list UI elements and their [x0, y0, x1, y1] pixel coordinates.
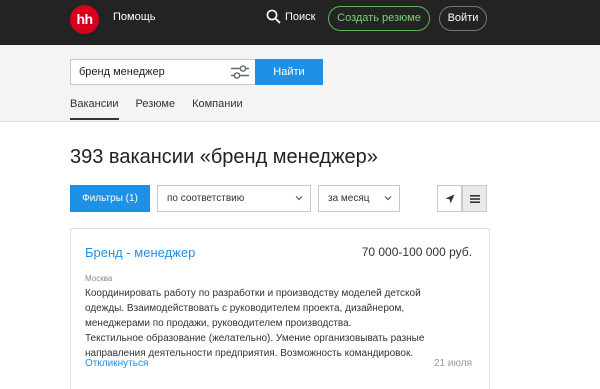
period-select[interactable]: за месяц	[318, 185, 400, 212]
vacancy-description-line: одежды. Взаимодействовать с руководителе…	[85, 303, 405, 314]
search-input[interactable]	[70, 59, 256, 85]
hh-logo[interactable]: hh	[70, 5, 99, 34]
tab-vacancies[interactable]: Вакансии	[70, 98, 119, 120]
vacancy-city: Москва	[85, 274, 113, 283]
respond-link[interactable]: Откликнуться	[85, 358, 148, 369]
location-arrow-icon	[445, 194, 455, 204]
vacancy-description-line: менеджерами по продажи, руководителем пр…	[85, 318, 352, 329]
search-nav-link[interactable]: Поиск	[266, 9, 315, 24]
search-tabs: Вакансии Резюме Компании	[70, 98, 260, 120]
sort-select[interactable]: по соответствию	[157, 185, 311, 212]
list-icon	[470, 195, 480, 203]
vacancy-date: 21 июля	[433, 358, 472, 369]
filters-button[interactable]: Фильтры (1)	[70, 185, 150, 212]
vacancy-card: Бренд - менеджер 70 000-100 000 руб. Мос…	[70, 228, 490, 389]
vacancy-salary: 70 000-100 000 руб.	[361, 245, 472, 259]
tab-companies[interactable]: Компании	[192, 98, 243, 120]
search-nav-label: Поиск	[285, 10, 316, 23]
chevron-down-icon	[295, 196, 303, 201]
tab-resumes[interactable]: Резюме	[136, 98, 176, 120]
top-navigation-bar: hh Помощь Поиск Создать резюме Войти	[0, 0, 600, 45]
period-select-value: за месяц	[328, 193, 370, 204]
vacancy-description-line: Координировать работу по разработки и пр…	[85, 288, 421, 299]
results-heading: 393 вакансии «бренд менеджер»	[70, 146, 378, 168]
results-panel: 393 вакансии «бренд менеджер» Фильтры (1…	[0, 122, 600, 389]
advanced-search-icon[interactable]	[230, 64, 250, 80]
find-button[interactable]: Найти	[255, 59, 323, 85]
list-view-button[interactable]	[462, 185, 487, 212]
login-button[interactable]: Войти	[439, 6, 487, 31]
vacancy-description-line: Текстильное образование (желательно). Ум…	[85, 333, 425, 344]
sort-select-value: по соответствию	[167, 193, 245, 204]
help-link[interactable]: Помощь	[113, 11, 156, 23]
create-resume-button[interactable]: Создать резюме	[328, 6, 430, 31]
map-view-button[interactable]	[437, 185, 462, 212]
vacancy-description: Координировать работу по разработки и пр…	[85, 286, 445, 361]
vacancy-title-link[interactable]: Бренд - менеджер	[85, 245, 195, 260]
search-icon	[266, 9, 281, 24]
search-section: Найти Вакансии Резюме Компании	[0, 45, 600, 122]
chevron-down-icon	[384, 196, 392, 201]
